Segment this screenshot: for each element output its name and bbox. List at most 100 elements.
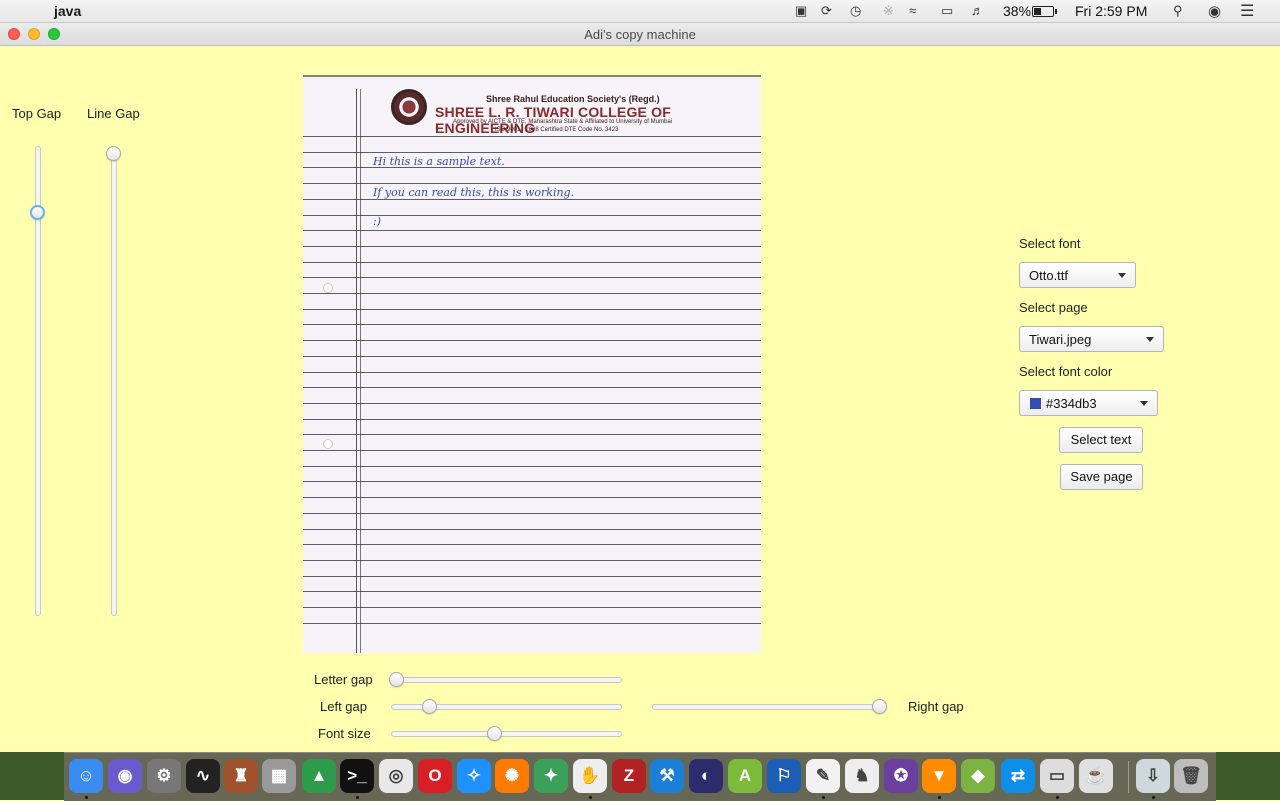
page-rule-line xyxy=(303,230,761,232)
sync-menu-icon[interactable]: ⟳ xyxy=(821,3,832,19)
select-font-color-label: Select font color xyxy=(1019,364,1113,379)
font-size-slider-track[interactable] xyxy=(391,731,622,737)
select-font-label: Select font xyxy=(1019,236,1081,251)
airplay-icon[interactable]: ▭ xyxy=(941,3,953,19)
terminal-icon[interactable]: >_ xyxy=(340,759,374,793)
page-rule-line xyxy=(303,387,761,389)
running-indicator xyxy=(1152,796,1155,799)
page-rule-line xyxy=(303,293,761,294)
page-rule-line xyxy=(303,371,761,373)
desktop-wallpaper xyxy=(0,752,64,800)
textedit-icon[interactable]: ✎ xyxy=(806,759,840,793)
battery-icon[interactable] xyxy=(1032,6,1057,17)
line-gap-label: Line Gap xyxy=(87,106,140,121)
page-rule-line xyxy=(303,450,761,451)
bluetooth-icon[interactable]: ※ xyxy=(883,3,894,19)
select-text-button[interactable]: Select text xyxy=(1059,427,1143,453)
spotlight-search-icon[interactable]: ⚲ xyxy=(1173,3,1183,19)
font-color-value: #334db3 xyxy=(1046,396,1097,411)
trash-icon[interactable]: 🗑 xyxy=(1174,759,1208,793)
font-size-slider-thumb[interactable] xyxy=(487,726,503,741)
left-gap-slider-thumb[interactable] xyxy=(421,699,437,714)
page-select[interactable]: Tiwari.jpeg xyxy=(1019,326,1164,352)
font-color-picker[interactable]: #334db3 xyxy=(1019,390,1158,416)
menu-bar: java ▣ ⟳ ◷ ※ ≈ ▭ ♬ 38% Fri 2:59 PM ⚲ ◉ ☰ xyxy=(0,0,1280,23)
right-gap-slider-thumb[interactable] xyxy=(872,699,887,714)
page-rule-line xyxy=(303,559,761,561)
safari-icon[interactable]: ✧ xyxy=(457,759,491,793)
opera-icon[interactable]: O xyxy=(418,759,452,793)
wifi-icon[interactable]: ≈ xyxy=(909,3,916,18)
chevron-down-icon xyxy=(1146,337,1154,342)
page-rule-line xyxy=(303,308,761,310)
page-rule-line xyxy=(303,512,761,514)
page-rule-line xyxy=(303,402,761,404)
punch-hole xyxy=(323,439,333,449)
filezilla-icon[interactable]: Z xyxy=(612,759,646,793)
page-rule-line xyxy=(303,465,761,467)
line-gap-slider-track[interactable] xyxy=(111,146,117,616)
github-icon[interactable]: ✪ xyxy=(884,759,918,793)
menubar-clock[interactable]: Fri 2:59 PM xyxy=(1075,3,1147,19)
teamviewer-menu-icon[interactable]: ▣ xyxy=(795,3,807,19)
sequel-pro-icon[interactable]: ♞ xyxy=(845,759,879,793)
running-indicator xyxy=(1056,796,1059,799)
google-drive-icon[interactable]: ▲ xyxy=(302,759,336,793)
android-studio-icon[interactable]: A xyxy=(728,759,762,793)
dock: ☺ ◉ ⚙ ∿ ♜ ▦ ▲ >_ ◎ O ✧ ✺ ✦ ✋ Z ⚒ ◐ A ⚐ ✎ ♞ ✪ ▼ ◆ ⇄ ▭ ☕ ⇩ 🗑 xyxy=(64,752,1216,801)
page-rule-line xyxy=(303,481,761,483)
volume-icon[interactable]: ♬ xyxy=(971,3,984,18)
activity-monitor-icon[interactable]: ∿ xyxy=(186,759,220,793)
font-select[interactable]: Otto.ttf xyxy=(1019,262,1136,288)
running-indicator xyxy=(822,796,825,799)
downloads-icon[interactable]: ⇩ xyxy=(1136,759,1170,793)
chevron-down-icon xyxy=(1140,401,1148,406)
letter-gap-slider-thumb[interactable] xyxy=(389,672,404,687)
font-size-label: Font size xyxy=(318,726,371,741)
sourcetree-icon[interactable]: ⚐ xyxy=(767,759,801,793)
handwritten-line: Hi this is a sample text. xyxy=(373,155,505,168)
handwritten-line: If you can read this, this is working. xyxy=(373,186,575,199)
line-gap-slider-thumb[interactable] xyxy=(106,146,121,161)
left-gap-label: Left gap xyxy=(320,699,367,714)
coffee-icon[interactable]: ☕ xyxy=(1079,759,1113,793)
handwritten-line: :) xyxy=(373,215,381,228)
page-rule-line xyxy=(303,214,761,216)
window-title: Adi's copy machine xyxy=(584,27,696,42)
scanner-icon[interactable]: ▭ xyxy=(1040,759,1074,793)
hand-icon[interactable]: ✋ xyxy=(573,759,607,793)
page-preview: Shree Rahul Education Society's (Regd.) … xyxy=(303,75,761,653)
eclipse-icon[interactable]: ◐ xyxy=(689,759,723,793)
right-gap-label: Right gap xyxy=(908,699,964,714)
punch-hole xyxy=(323,283,333,293)
firefox-icon[interactable]: ✺ xyxy=(495,759,529,793)
siri-menu-icon[interactable]: ◉ xyxy=(1208,2,1221,20)
chevron-down-icon xyxy=(1118,273,1126,278)
globe-icon[interactable]: ✦ xyxy=(534,759,568,793)
chrome-icon[interactable]: ◎ xyxy=(379,759,413,793)
notification-center-icon[interactable]: ☰ xyxy=(1240,1,1254,21)
page-rule-line xyxy=(303,277,761,279)
page-rule-line xyxy=(303,575,761,577)
page-rule-line xyxy=(303,261,761,263)
vlc-icon[interactable]: ▼ xyxy=(922,759,956,793)
letter-gap-slider-track[interactable] xyxy=(391,677,622,683)
finder-icon[interactable]: ☺ xyxy=(69,759,103,793)
top-gap-slider-thumb[interactable] xyxy=(30,204,45,220)
android-file-transfer-icon[interactable]: ◆ xyxy=(961,759,995,793)
running-indicator xyxy=(85,796,88,799)
xcode-icon[interactable]: ⚒ xyxy=(650,759,684,793)
app-icon[interactable]: ▦ xyxy=(262,759,296,793)
save-page-button[interactable]: Save page xyxy=(1060,464,1143,490)
page-rule-line xyxy=(303,607,761,608)
user-app-icon[interactable]: ♜ xyxy=(224,759,258,793)
app-menu-name[interactable]: java xyxy=(54,3,81,19)
system-preferences-icon[interactable]: ⚙ xyxy=(147,759,181,793)
siri-icon[interactable]: ◉ xyxy=(108,759,142,793)
time-machine-icon[interactable]: ◷ xyxy=(850,3,861,19)
page-rule-line xyxy=(303,136,761,137)
teamviewer-icon[interactable]: ⇄ xyxy=(1001,759,1035,793)
font-select-value: Otto.ttf xyxy=(1029,268,1069,283)
page-rule-line xyxy=(303,324,761,326)
right-gap-slider-track[interactable] xyxy=(652,704,887,710)
